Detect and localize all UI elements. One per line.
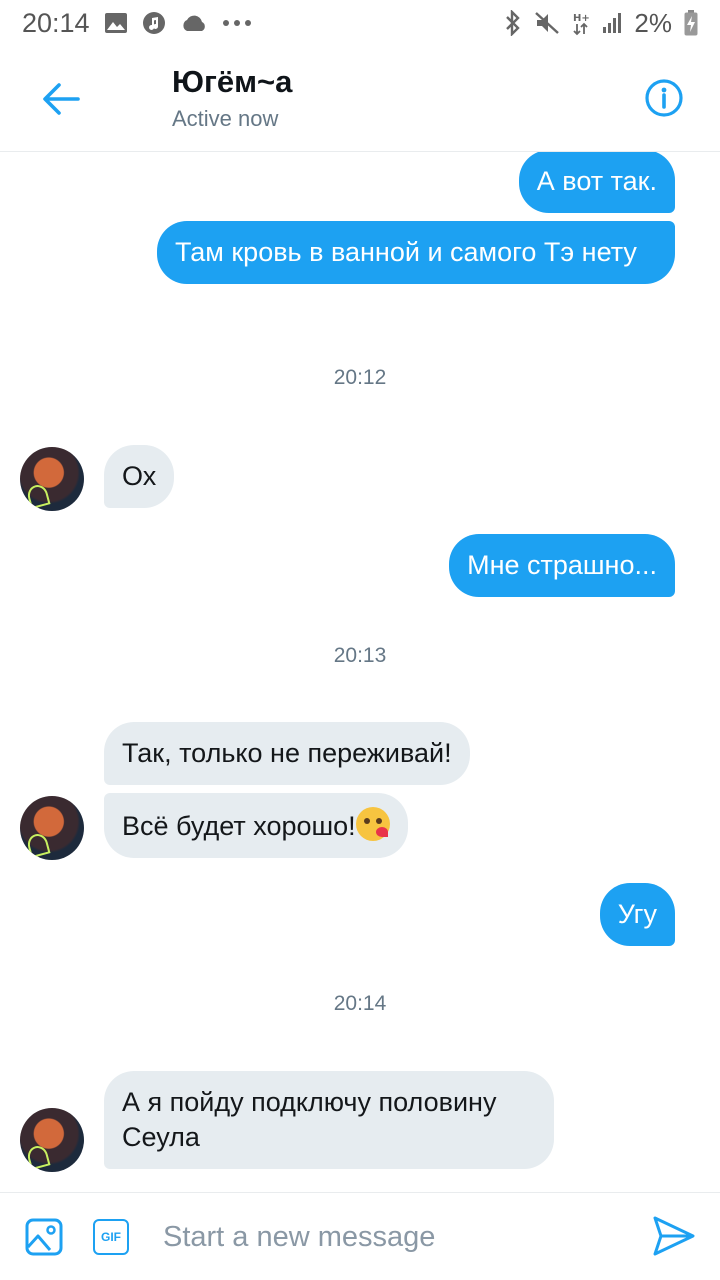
send-button[interactable] — [652, 1215, 698, 1261]
cloud-icon — [180, 13, 208, 33]
conversation-title[interactable]: Югём~а — [172, 64, 292, 100]
avatar[interactable] — [20, 796, 84, 860]
bluetooth-icon — [504, 10, 522, 36]
message-composer: GIF — [0, 1192, 720, 1280]
arrow-left-icon — [43, 83, 80, 115]
signal-icon — [602, 12, 622, 34]
avatar[interactable] — [20, 1108, 84, 1172]
gif-label: GIF — [101, 1230, 121, 1244]
avatar[interactable] — [20, 447, 84, 511]
message-bubble-incoming[interactable]: Всё будет хорошо! — [104, 793, 408, 858]
presence-status: Active now — [172, 106, 279, 131]
conversation-header: Югём~а Active now — [0, 46, 720, 152]
add-media-button[interactable] — [24, 1217, 64, 1257]
message-bubble-outgoing[interactable]: А вот так. — [518, 152, 675, 213]
message-bubble-outgoing[interactable]: Там кровь в ванной и самого Тэ нету — [157, 221, 675, 284]
info-icon — [645, 79, 683, 117]
message-text: Там кровь в ванной и самого Тэ нету — [175, 237, 637, 267]
battery-charging-icon — [684, 10, 698, 36]
message-text: Ох — [122, 461, 157, 491]
message-text: Мне страшно... — [467, 550, 657, 580]
message-bubble-outgoing[interactable]: Мне страшно... — [449, 534, 675, 597]
message-text: Так, только не переживай! — [122, 738, 452, 768]
message-text: А я пойду подключу половину Сеула — [122, 1087, 497, 1152]
message-text: А вот так. — [536, 166, 657, 196]
timestamp: 20:12 — [333, 366, 387, 389]
status-time: 20:14 — [22, 7, 90, 38]
message-text: Всё будет хорошо! — [122, 811, 356, 841]
kissing-heart-emoji — [355, 807, 390, 841]
mute-icon — [534, 11, 560, 35]
timestamp: 20:13 — [333, 644, 387, 667]
music-icon — [142, 11, 166, 35]
message-bubble-incoming[interactable]: А я пойду подключу половину Сеула — [104, 1071, 554, 1169]
send-icon — [653, 1216, 695, 1256]
battery-percent: 2% — [634, 7, 672, 38]
back-button[interactable] — [36, 74, 86, 124]
message-bubble-outgoing[interactable]: Угу — [599, 883, 675, 946]
message-text: Угу — [617, 899, 657, 929]
network-type-icon: H+ — [572, 10, 590, 36]
message-bubble-incoming[interactable]: Ох — [104, 445, 175, 508]
image-icon — [25, 1218, 63, 1256]
message-list[interactable]: А вот так. Там кровь в ванной и самого Т… — [0, 152, 720, 1192]
more-notifications-icon — [222, 19, 252, 27]
message-input[interactable] — [163, 1215, 633, 1259]
gif-button[interactable]: GIF — [93, 1219, 129, 1255]
info-button[interactable] — [642, 76, 686, 120]
status-bar: 20:14 H+ 2% — [0, 0, 720, 46]
message-bubble-incoming[interactable]: Так, только не переживай! — [104, 722, 470, 785]
gallery-icon — [104, 12, 128, 34]
svg-text:H+: H+ — [573, 13, 590, 24]
timestamp: 20:14 — [333, 992, 387, 1015]
